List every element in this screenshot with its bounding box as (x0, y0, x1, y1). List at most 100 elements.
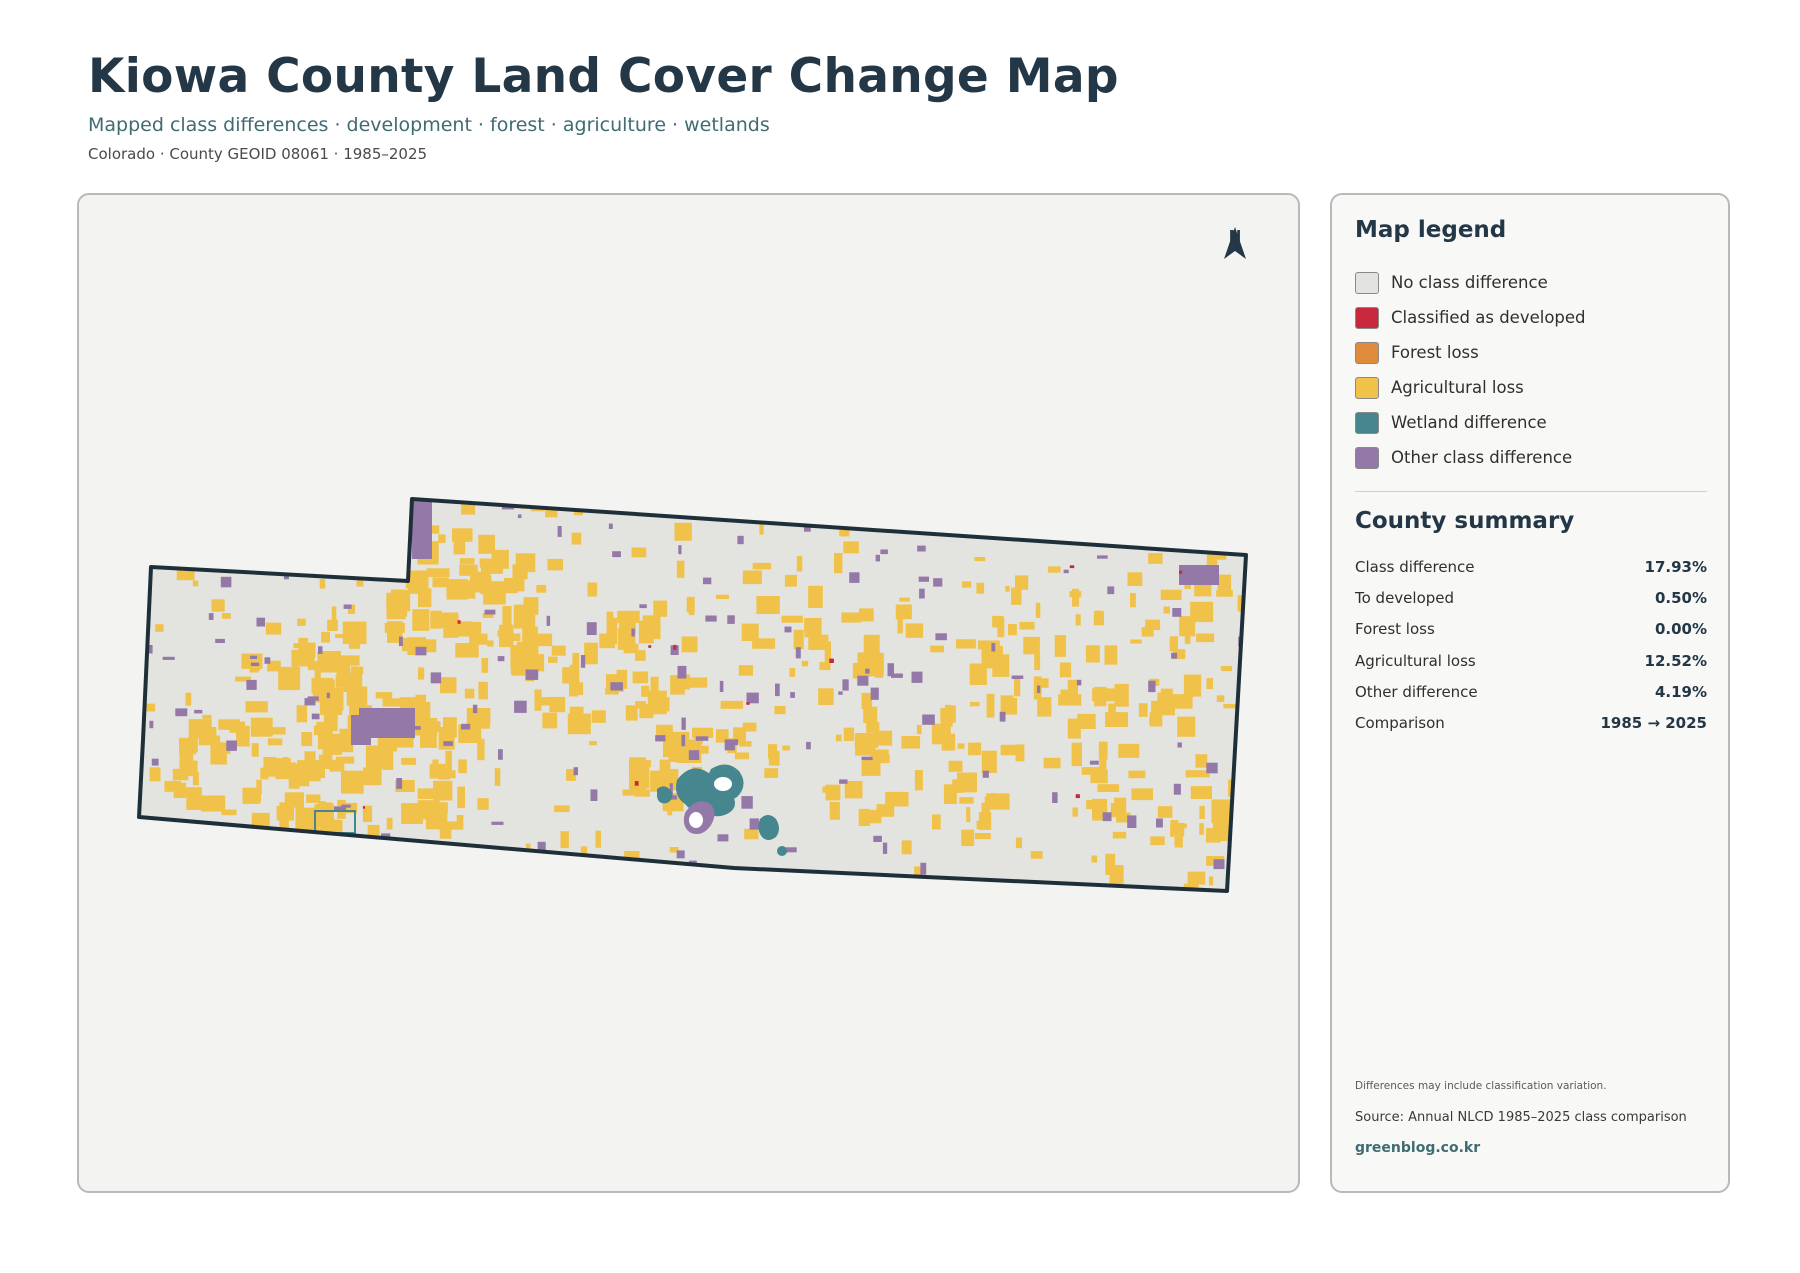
change-patch (249, 664, 259, 673)
change-patch (724, 739, 735, 751)
change-patch (686, 596, 695, 613)
legend-label: Other class difference (1391, 448, 1573, 467)
legend-swatch (1355, 411, 1379, 434)
change-patch (162, 656, 175, 660)
change-patch (351, 715, 371, 745)
change-patch (933, 578, 943, 587)
change-patch (335, 634, 347, 639)
change-patch (676, 850, 685, 859)
site-link[interactable]: greenblog.co.kr (1355, 1140, 1480, 1156)
change-patch (560, 831, 569, 849)
change-patch (250, 655, 258, 659)
change-patch (459, 895, 465, 906)
change-patch (362, 806, 365, 809)
change-patch (257, 867, 269, 884)
change-patch (1059, 662, 1072, 678)
change-patch (660, 695, 667, 704)
change-patch (1157, 692, 1168, 708)
change-patch (514, 700, 527, 713)
change-patch (414, 726, 421, 730)
north-arrow: N (1220, 225, 1250, 259)
change-patch (363, 767, 382, 786)
change-patch (512, 564, 528, 580)
change-patch (793, 629, 804, 650)
map-panel[interactable]: N (77, 193, 1300, 1193)
change-patch (841, 612, 862, 623)
change-patch (852, 895, 868, 910)
change-patch (339, 655, 360, 666)
change-patch (1075, 794, 1080, 799)
wetland-patch (689, 812, 703, 828)
wetland-patch (777, 846, 787, 856)
change-patch (1194, 538, 1206, 546)
change-patch (676, 560, 685, 578)
change-patch (983, 505, 988, 516)
change-patch (213, 735, 221, 748)
change-patch (470, 571, 491, 593)
change-patch (1099, 755, 1107, 774)
change-patch (796, 555, 803, 572)
legend-item: Agricultural loss (1355, 370, 1705, 405)
legend-swatch (1355, 376, 1379, 399)
change-patch (612, 504, 617, 508)
page-subtitle: Mapped class differences · development ·… (88, 114, 770, 136)
change-patch (835, 734, 842, 742)
change-patch (1009, 510, 1026, 525)
change-patch (612, 551, 621, 558)
change-patch (631, 547, 647, 558)
change-patch (336, 665, 351, 683)
change-patch (547, 558, 563, 571)
change-patch (221, 613, 231, 619)
county-map[interactable] (79, 195, 1300, 1193)
change-patch (396, 778, 403, 789)
change-patch (498, 749, 503, 760)
change-patch (1131, 788, 1153, 801)
change-patch (407, 570, 429, 594)
change-patch (1206, 762, 1218, 774)
change-patch (1157, 806, 1173, 818)
change-patch (443, 717, 457, 738)
change-patch (818, 688, 834, 705)
change-patch (1069, 565, 1075, 569)
change-patch (331, 606, 337, 624)
change-patch (914, 770, 923, 791)
change-patch (801, 660, 809, 667)
change-patch (1236, 865, 1246, 884)
legend-label: Wetland difference (1391, 413, 1547, 432)
change-patch (320, 695, 343, 715)
change-patch (459, 558, 475, 565)
change-patch (930, 645, 944, 653)
change-patch (839, 529, 850, 537)
change-patch (1170, 894, 1177, 907)
change-patch (386, 817, 393, 830)
change-patch (1055, 530, 1067, 539)
change-patch (1148, 553, 1163, 564)
change-patch (386, 609, 393, 615)
change-patch (571, 532, 582, 545)
change-patch (969, 520, 974, 528)
summary-label: To developed (1355, 588, 1455, 607)
change-patch (412, 609, 430, 631)
change-patch (1076, 679, 1082, 686)
change-patch (1138, 703, 1148, 717)
change-patch (494, 768, 501, 786)
change-patch (899, 597, 910, 602)
change-patch (1015, 744, 1025, 762)
change-patch (1012, 525, 1024, 532)
change-patch (976, 582, 985, 594)
change-patch (267, 738, 283, 746)
change-patch (859, 893, 872, 907)
change-patch (487, 640, 494, 647)
change-patch (456, 868, 465, 875)
change-patch (638, 620, 654, 644)
change-patch (768, 744, 778, 759)
change-patch (375, 692, 393, 699)
change-patch (880, 549, 888, 555)
change-patch (808, 634, 829, 650)
change-patch (956, 639, 976, 649)
change-patch (1208, 499, 1218, 513)
change-patch (1170, 820, 1179, 837)
change-patch (742, 570, 762, 585)
change-patch (749, 818, 759, 830)
change-patch (1037, 697, 1052, 717)
